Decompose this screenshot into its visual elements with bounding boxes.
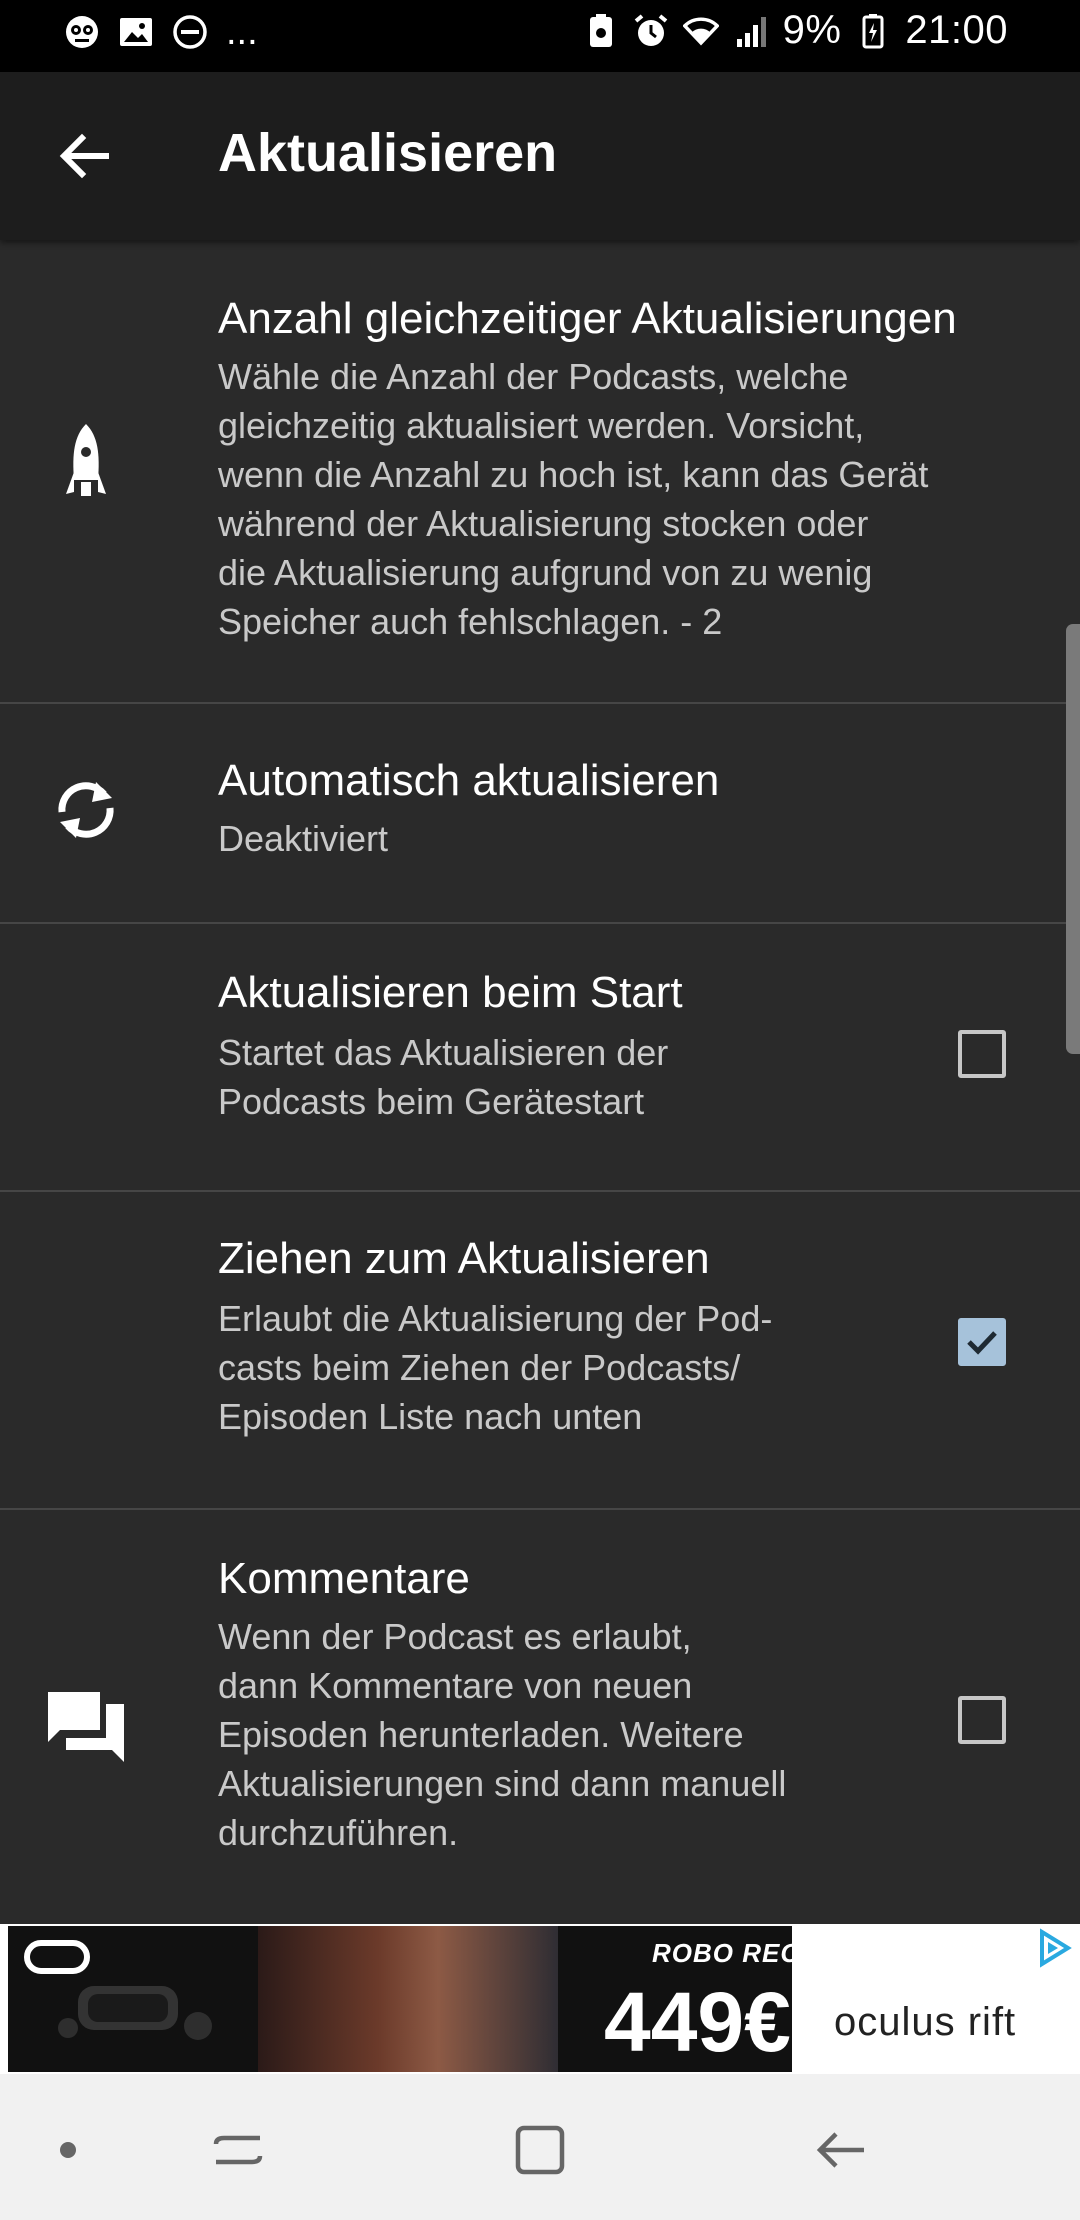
setting-summary: Wenn der Podcast es erlaubt, dann Kommen… [218,1616,787,1853]
wifi-icon [682,13,719,49]
rocket-icon [42,424,130,512]
alarm-icon [633,13,669,49]
back-icon [816,2132,864,2168]
scrollbar-thumb[interactable] [1066,624,1080,1054]
back-nav-button[interactable] [802,2110,882,2190]
ad-banner[interactable]: ROBO RECALL 449€ oculus rift [0,1924,1080,2074]
setting-pull-to-refresh[interactable]: Ziehen zum Aktualisieren Erlaubt die Akt… [0,1192,1080,1510]
do-not-disturb-icon [172,14,208,50]
more-notifications: ... [226,11,258,53]
setting-comments[interactable]: Kommentare Wenn der Podcast es erlaubt, … [0,1510,1080,1924]
recent-apps-icon [213,2135,263,2165]
setting-title: Kommentare [218,1554,470,1603]
image-icon [118,14,154,50]
back-button[interactable] [44,116,124,196]
status-bar-notifications: ... [64,11,258,53]
pull-to-refresh-checkbox[interactable] [958,1318,1006,1366]
battery-saver-icon [583,13,619,49]
ad-price: 449€ [604,1975,791,2069]
ad-character-art [258,1926,558,2072]
home-icon [515,2125,565,2175]
check-icon [967,1331,997,1355]
status-bar-system: 9% 21:00 [583,8,1008,53]
setting-summary: Startet das Aktualisieren der Podcasts b… [218,1032,669,1122]
nav-dot-button[interactable] [28,2110,108,2190]
setting-update-on-start[interactable]: Aktualisieren beim Start Startet das Akt… [0,924,1080,1192]
setting-title: Automatisch aktualisieren [218,756,720,805]
signal-icon [733,13,769,49]
dot-icon [60,2142,76,2158]
setting-title: Aktualisieren beim Start [218,968,683,1017]
arrow-back-icon [59,133,109,179]
clock: 21:00 [905,8,1008,52]
sync-icon [42,766,130,854]
battery-icon [855,13,891,49]
setting-title: Anzahl gleichzeitiger Aktualisierungen [218,294,957,343]
forum-icon [42,1682,130,1770]
battery-percentage: 9% [782,8,842,52]
page-title: Aktualisieren [218,123,558,183]
comments-checkbox[interactable] [958,1696,1006,1744]
ad-choices-icon[interactable] [1034,1928,1074,1968]
setting-auto-update[interactable]: Automatisch aktualisieren Deaktiviert [0,704,1080,924]
app-notification-icon [64,14,100,50]
setting-concurrent-updates[interactable]: Anzahl gleichzeitiger Aktualisierungen W… [0,240,1080,704]
setting-summary: Erlaubt die Aktualisierung der Pod- cast… [218,1298,773,1437]
recent-apps-button[interactable] [198,2110,278,2190]
app-bar: Aktualisieren [0,72,1080,240]
home-button[interactable] [500,2110,580,2190]
navigation-bar [0,2074,1080,2220]
ad-game-title: ROBO RECALL [652,1938,854,1968]
setting-title: Ziehen zum Aktualisieren [218,1234,710,1283]
setting-summary: Wähle die Anzahl der Podcasts, welche gl… [218,356,929,642]
update-on-start-checkbox[interactable] [958,1030,1006,1078]
ad-product-logo: oculus rift [834,2000,1017,2044]
vr-headset-icon [58,1986,212,2040]
setting-summary: Deaktiviert [218,818,389,859]
status-bar: ... 9% 21:00 [0,0,1080,72]
